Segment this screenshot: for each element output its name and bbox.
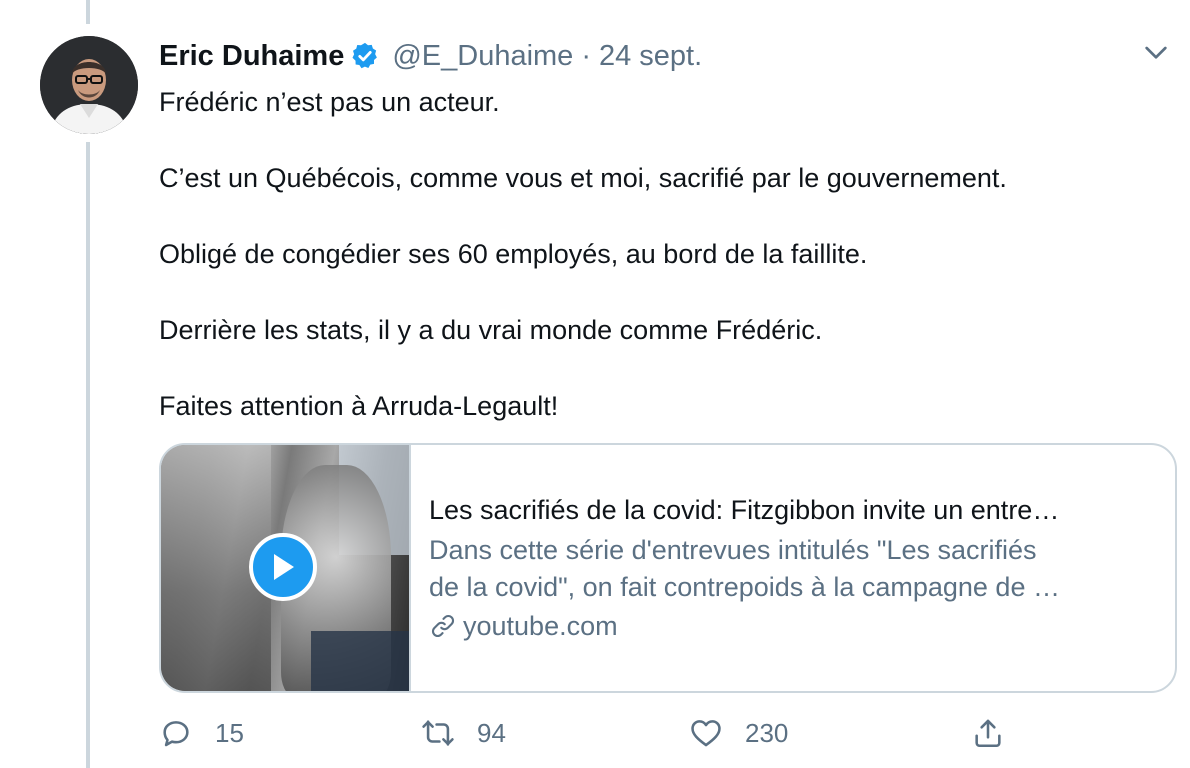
video-thumbnail[interactable] xyxy=(161,445,411,691)
like-button[interactable]: 230 xyxy=(689,712,788,754)
card-domain: youtube.com xyxy=(429,608,1157,644)
play-icon xyxy=(274,554,294,580)
like-icon xyxy=(691,720,721,747)
card-body: Les sacrifiés de la covid: Fitzgibbon in… xyxy=(411,445,1175,691)
reply-button[interactable]: 15 xyxy=(159,712,244,754)
tweet-actions: 15 94 230 xyxy=(159,712,1019,754)
author-handle[interactable]: @E_Duhaime xyxy=(392,40,573,73)
tweet-header: Eric Duhaime @E_Duhaime · 24 sept. xyxy=(159,36,702,76)
tweet-paragraph: Frédéric n’est pas un acteur. xyxy=(159,87,500,117)
reply-count: 15 xyxy=(215,717,244,748)
thread-line-top xyxy=(86,0,90,24)
tweet-paragraph: Faites attention à Arruda-Legault! xyxy=(159,391,559,421)
avatar[interactable] xyxy=(40,36,138,134)
card-description-line-1: Dans cette série d'entrevues intitulés "… xyxy=(429,535,1037,565)
retweet-button[interactable]: 94 xyxy=(421,712,506,754)
author-name[interactable]: Eric Duhaime xyxy=(159,40,344,73)
link-card[interactable]: Les sacrifiés de la covid: Fitzgibbon in… xyxy=(159,443,1177,693)
chevron-down-icon[interactable] xyxy=(1140,36,1172,68)
tweet-date[interactable]: 24 sept. xyxy=(599,40,702,73)
card-description-line-2: de la covid", on fait contrepoids à la c… xyxy=(429,572,1060,602)
play-button[interactable] xyxy=(249,533,317,601)
retweet-icon xyxy=(422,720,454,746)
share-icon xyxy=(975,719,1001,748)
card-domain-text: youtube.com xyxy=(463,611,618,641)
tweet-paragraph: Obligé de congédier ses 60 employés, au … xyxy=(159,239,868,269)
link-icon xyxy=(431,614,455,638)
tweet-text: Frédéric n’est pas un acteur. C’est un Q… xyxy=(159,84,1169,464)
like-count: 230 xyxy=(745,717,789,748)
reply-icon xyxy=(163,721,189,747)
tweet-paragraph: C’est un Québécois, comme vous et moi, s… xyxy=(159,163,1007,193)
separator-dot: · xyxy=(581,39,591,72)
tweet-paragraph: Derrière les stats, il y a du vrai monde… xyxy=(159,315,823,345)
verified-badge-icon xyxy=(352,42,378,69)
card-title: Les sacrifiés de la covid: Fitzgibbon in… xyxy=(429,495,1060,525)
retweet-count: 94 xyxy=(477,717,506,748)
thread-line-bottom xyxy=(86,142,90,768)
share-button[interactable] xyxy=(971,712,1027,754)
